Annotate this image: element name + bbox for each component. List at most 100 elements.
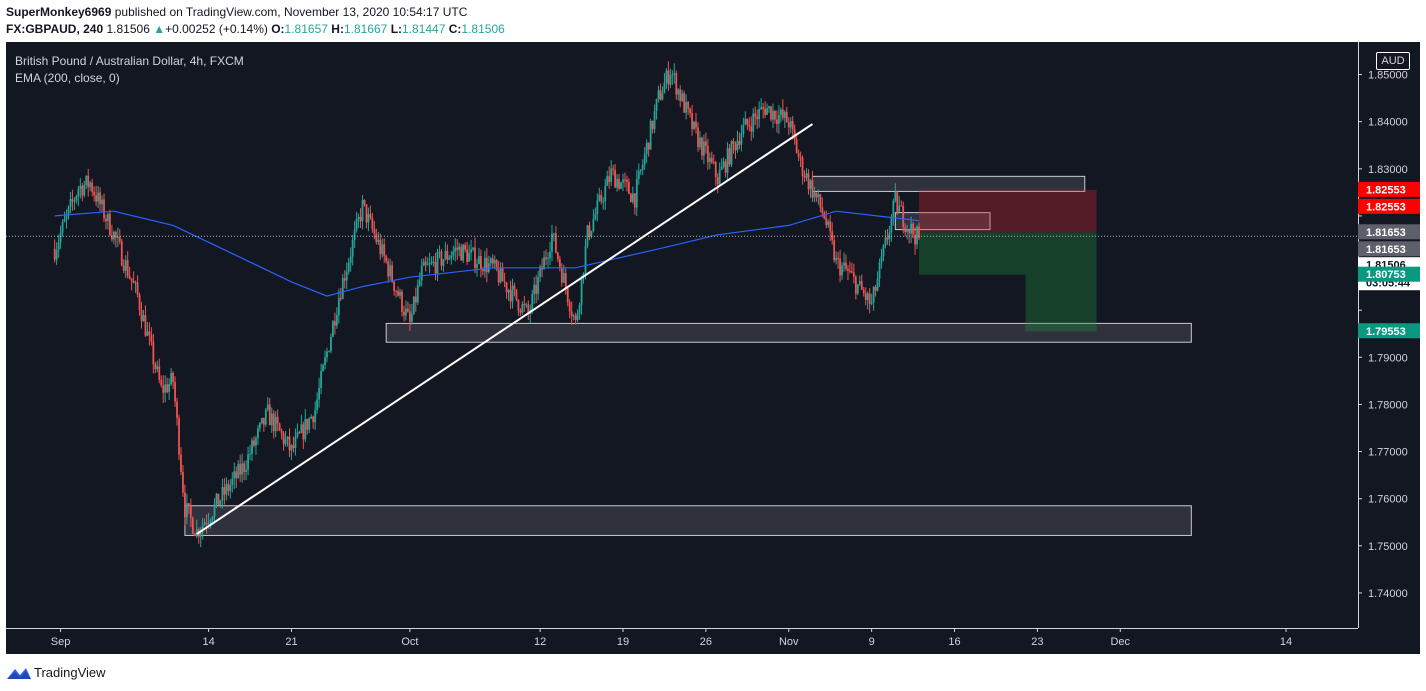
candle-body <box>728 148 731 165</box>
candle-body <box>622 179 624 183</box>
candle-body <box>203 522 206 526</box>
candle-body <box>217 493 220 506</box>
candle-body <box>213 503 216 517</box>
candle-body <box>410 313 413 322</box>
candle-body <box>276 416 279 424</box>
candle-body <box>57 242 60 250</box>
candle-body <box>308 418 311 430</box>
candle-body <box>578 304 581 314</box>
candle-body <box>138 294 141 310</box>
candle-body <box>562 273 565 283</box>
candle-body <box>105 218 107 222</box>
candle-body <box>558 259 561 268</box>
candle-body <box>272 413 275 432</box>
candle-body <box>706 145 709 163</box>
candle-body <box>661 93 664 100</box>
candle-body <box>906 229 909 232</box>
candle-body <box>245 469 247 472</box>
candle-body <box>432 261 435 263</box>
candle-body <box>770 106 772 120</box>
author-name[interactable]: SuperMonkey6969 <box>6 5 111 19</box>
y-tick-label: 1.84000 <box>1368 117 1408 129</box>
candle-body <box>487 263 490 272</box>
candle-body <box>176 401 178 418</box>
candle-body <box>193 533 196 537</box>
symbol-label[interactable]: FX:GBPAUD, 240 <box>6 22 103 36</box>
candle-body <box>689 108 691 113</box>
candle-body <box>655 98 658 111</box>
candle-body <box>83 185 86 196</box>
candle-body <box>854 276 857 294</box>
candle-body <box>109 213 111 236</box>
candle-body <box>122 265 125 271</box>
candle-body <box>710 157 713 163</box>
candle-body <box>174 382 176 402</box>
candle-body <box>154 364 157 369</box>
candle-body <box>900 205 903 207</box>
x-tick-label: 14 <box>202 636 214 648</box>
candle-body <box>513 285 516 290</box>
candle-body <box>219 500 222 506</box>
candle-body <box>134 282 137 284</box>
symbol-title: British Pound / Australian Dollar, 4h, F… <box>15 54 244 68</box>
candle-body <box>266 404 269 410</box>
candle-body <box>97 192 99 202</box>
candle-body <box>337 298 340 316</box>
candle-body <box>718 170 721 185</box>
candle-body <box>902 205 905 228</box>
candle-body <box>81 185 84 196</box>
candle-body <box>448 258 451 260</box>
candle-body <box>549 251 551 259</box>
indicator-label[interactable]: EMA (200, close, 0) <box>15 70 244 87</box>
candle-body <box>556 252 559 260</box>
candle-body <box>476 264 478 269</box>
candle-body <box>631 193 634 203</box>
candle-body <box>168 384 171 392</box>
candle-body <box>618 179 620 189</box>
up-arrow-icon: ▲ <box>153 22 166 36</box>
candle-body <box>253 440 255 446</box>
price-chart[interactable]: 1.74000 1.75000 1.76000 1.77000 1.78000 1.790… <box>6 42 1420 654</box>
candle-body <box>801 157 804 177</box>
candle-body <box>843 262 845 266</box>
candle-body <box>880 256 883 263</box>
candle-body <box>667 70 670 85</box>
candle-body <box>637 171 640 179</box>
candle-body <box>697 127 699 148</box>
candle-body <box>357 216 360 219</box>
candle-body <box>505 282 508 293</box>
candle-body <box>772 110 774 120</box>
candle-body <box>716 176 719 185</box>
candle-body <box>653 110 656 129</box>
chart-frame[interactable]: 1.74000 1.75000 1.76000 1.77000 1.78000 1.790… <box>6 42 1420 654</box>
candle-body <box>270 413 273 426</box>
candle-body <box>701 137 703 156</box>
candle-body <box>332 321 334 337</box>
tradingview-brand[interactable]: TradingView <box>34 665 106 680</box>
candle-body <box>351 240 354 257</box>
candle-body <box>732 141 735 144</box>
x-tick-label: 26 <box>700 636 712 648</box>
currency-badge[interactable]: AUD <box>1376 52 1410 70</box>
candle-body <box>458 246 461 250</box>
candle-body <box>59 232 62 243</box>
candle-body <box>878 262 881 279</box>
candle-body <box>292 445 295 449</box>
candle-body <box>132 280 135 283</box>
candle-body <box>316 399 319 410</box>
candle-body <box>185 503 188 518</box>
candle-body <box>456 247 459 250</box>
open-value: 1.81657 <box>284 22 328 36</box>
candle-body <box>235 471 238 479</box>
candle-body <box>466 249 469 262</box>
candle-body <box>166 384 169 392</box>
price-label: 1.79553 <box>1366 326 1406 338</box>
candle-body <box>781 109 784 118</box>
candle-body <box>414 296 417 303</box>
candle-body <box>444 250 447 260</box>
candle-body <box>481 269 484 272</box>
tradingview-logo-icon <box>7 668 31 679</box>
candle-body <box>369 214 372 218</box>
candle-body <box>620 182 622 189</box>
candle-body <box>99 192 101 205</box>
